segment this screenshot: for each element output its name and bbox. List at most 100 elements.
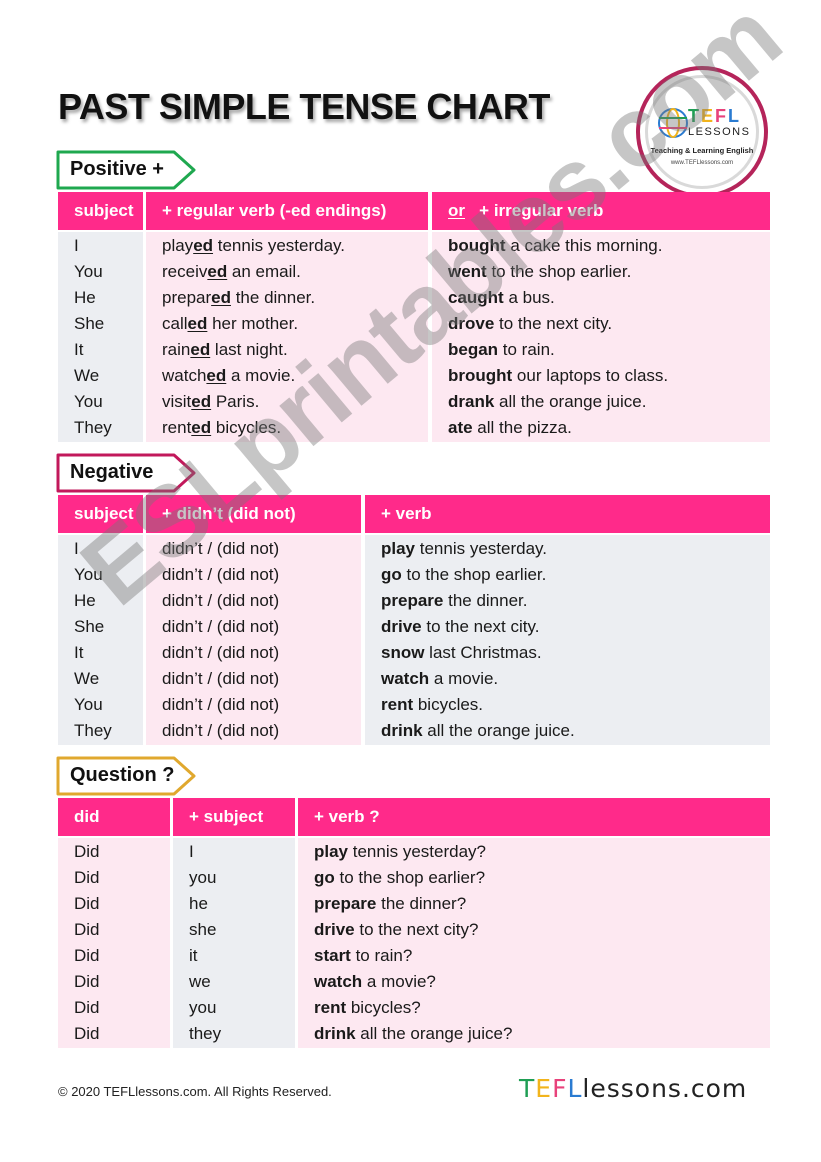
phrase-rest: a cake this morning.	[505, 236, 663, 255]
didnt-column: didn’t / (did not) didn’t / (did not) didn…	[146, 535, 361, 745]
phrase-rest: an email.	[227, 262, 301, 281]
did-cell: Did	[74, 998, 100, 1017]
phrase-rest: a bus.	[503, 288, 555, 307]
verb-phrase-cell: play tennis yesterday.	[365, 536, 770, 562]
subject-cell: you	[189, 998, 217, 1017]
bold-verb: watch	[381, 669, 430, 688]
phrase-rest: to the shop earlier.	[486, 262, 632, 281]
bold-verb: rent	[381, 695, 414, 714]
phrase-rest: a movie.	[429, 669, 499, 688]
subject-cell: You	[74, 392, 103, 411]
question-section-tab: Question ?	[56, 756, 198, 796]
did-cell: Did	[74, 868, 100, 887]
ed-ending: ed	[193, 236, 214, 255]
phrase-rest: bicycles.	[211, 418, 282, 437]
header-subject: subject	[58, 495, 143, 533]
didnt-cell: didn’t / (did not)	[162, 565, 280, 584]
did-cell: Did	[74, 842, 100, 861]
verb-phrase-cell: drove to the next city.	[432, 311, 770, 337]
bold-verb: watch	[314, 972, 363, 991]
phrase-rest: the dinner?	[376, 894, 467, 913]
verb-stem: watch	[162, 366, 207, 385]
regular-verb-cell: rained last night.	[146, 337, 428, 363]
phrase-rest: to rain?	[350, 946, 413, 965]
copyright-text: © 2020 TEFLlessons.com. All Rights Reser…	[58, 1084, 332, 1099]
phrase-rest: her mother.	[207, 314, 299, 333]
didnt-cell: didn’t / (did not)	[162, 617, 280, 636]
bold-verb: prepare	[314, 894, 377, 913]
bold-verb: ate	[448, 418, 473, 437]
globe-icon	[658, 108, 688, 138]
bold-verb: play	[314, 842, 349, 861]
subject-cell: it	[189, 946, 198, 965]
phrase-rest: the dinner.	[443, 591, 528, 610]
subject-cell: She	[74, 314, 105, 333]
header-did: did	[58, 798, 170, 836]
subject-cell: You	[74, 565, 103, 584]
verb-phrase-cell: caught a bus.	[432, 285, 770, 311]
verb-phrase-cell: rent bicycles.	[365, 692, 770, 718]
phrase-rest: last Christmas.	[424, 643, 542, 662]
subject-cell: They	[74, 418, 112, 437]
bold-verb: went	[448, 262, 487, 281]
ed-ending: ed	[191, 392, 212, 411]
bold-verb: drive	[381, 617, 422, 636]
verb-column: play tennis yesterday? go to the shop ear…	[298, 838, 770, 1048]
subject-cell: You	[74, 262, 103, 281]
tefl-lessons-logo: TEFL LESSONS Teaching & Learning English…	[636, 66, 768, 198]
header-regular-verb: + regular verb (-ed endings)	[146, 192, 428, 230]
bold-verb: drive	[314, 920, 355, 939]
subject-cell: We	[74, 669, 100, 688]
verb-phrase-cell: drink all the orange juice.	[365, 718, 770, 744]
bold-verb: began	[448, 340, 499, 359]
regular-verb-cell: played tennis yesterday.	[146, 233, 428, 259]
subject-cell: It	[74, 340, 84, 359]
did-cell: Did	[74, 1024, 100, 1043]
regular-verb-cell: rented bicycles.	[146, 415, 428, 441]
ed-ending: ed	[190, 340, 211, 359]
phrase-rest: bicycles.	[413, 695, 484, 714]
bold-verb: snow	[381, 643, 425, 662]
phrase-rest: to the next city?	[354, 920, 479, 939]
verb-phrase-cell: go to the shop earlier.	[365, 562, 770, 588]
verb-phrase-cell: snow last Christmas.	[365, 640, 770, 666]
subject-cell: We	[74, 366, 100, 385]
didnt-cell: didn’t / (did not)	[162, 643, 280, 662]
phrase-rest: to the shop earlier?	[334, 868, 486, 887]
regular-verb-cell: visited Paris.	[146, 389, 428, 415]
bold-verb: start	[314, 946, 351, 965]
logo-tagline: Teaching & Learning English	[650, 146, 754, 155]
bold-verb: rent	[314, 998, 347, 1017]
subject-cell: you	[189, 868, 217, 887]
ed-ending: ed	[191, 418, 212, 437]
phrase-rest: tennis yesterday?	[348, 842, 486, 861]
regular-verb-cell: called her mother.	[146, 311, 428, 337]
subject-cell: He	[74, 288, 96, 307]
header-or: or	[448, 201, 465, 220]
verb-stem: rent	[162, 418, 192, 437]
verb-stem: call	[162, 314, 188, 333]
negative-table: subject + didn’t (did not) + verb I You He…	[58, 495, 770, 745]
didnt-cell: didn’t / (did not)	[162, 539, 280, 558]
regular-verb-cell: prepared the dinner.	[146, 285, 428, 311]
verb-phrase-cell: drive to the next city.	[365, 614, 770, 640]
didnt-cell: didn’t / (did not)	[162, 591, 280, 610]
verb-stem: play	[162, 236, 194, 255]
did-cell: Did	[74, 894, 100, 913]
verb-phrase-cell: prepare the dinner?	[298, 891, 770, 917]
bold-verb: prepare	[381, 591, 444, 610]
logo-tefl-text: TEFL	[688, 106, 742, 126]
positive-table: subject + regular verb (-ed endings) or …	[58, 192, 770, 442]
subject-cell: She	[74, 617, 105, 636]
bold-verb: drink	[314, 1024, 356, 1043]
verb-column: play tennis yesterday. go to the shop ear…	[365, 535, 770, 745]
phrase-rest: to the shop earlier.	[401, 565, 547, 584]
logo-url: www.TEFLlessons.com	[670, 160, 734, 166]
phrase-rest: to rain.	[498, 340, 555, 359]
verb-phrase-cell: play tennis yesterday?	[298, 839, 770, 865]
subject-cell: It	[74, 643, 84, 662]
header-irregular-verb: or + irregular verb	[432, 192, 770, 230]
header-subject: + subject	[173, 798, 295, 836]
verb-phrase-cell: start to rain?	[298, 943, 770, 969]
verb-stem: prepar	[162, 288, 212, 307]
